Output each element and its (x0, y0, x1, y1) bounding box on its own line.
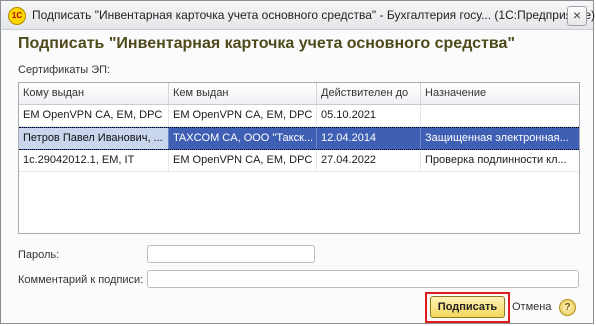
cell-issued-by: EM OpenVPN CA, EM, DPC (169, 150, 317, 171)
dialog-window: 1C Подписать "Инвентарная карточка учета… (0, 0, 596, 324)
app-1c-icon: 1C (8, 7, 26, 25)
certificates-table[interactable]: Кому выдан Кем выдан Действителен до Наз… (18, 82, 580, 234)
column-header-valid-until[interactable]: Действителен до (317, 83, 421, 104)
cell-valid-until: 05.10.2021 (317, 105, 421, 126)
table-row[interactable]: 1с.29042012.1, EM, IT EM OpenVPN CA, EM,… (19, 150, 579, 172)
table-row-selected[interactable]: Петров Павел Иванович, ... TAXCOM CA, ОО… (19, 127, 579, 150)
help-icon[interactable]: ? (559, 299, 576, 316)
cell-purpose: Проверка подлинности кл... (425, 154, 567, 166)
column-header-issued-by[interactable]: Кем выдан (169, 83, 317, 104)
cell-issued-to: EM OpenVPN CA, EM, DPC (19, 105, 169, 126)
comment-field[interactable] (147, 270, 579, 288)
sign-button[interactable]: Подписать (430, 296, 505, 318)
form-heading: Подписать "Инвентарная карточка учета ос… (18, 35, 515, 52)
close-button[interactable]: × (567, 6, 587, 26)
password-field[interactable] (147, 245, 315, 263)
comment-label: Комментарий к подписи: (18, 274, 144, 286)
column-header-issued-to[interactable]: Кому выдан (19, 83, 169, 104)
cell-issued-by: EM OpenVPN CA, EM, DPC (169, 105, 317, 126)
cell-purpose: Защищенная электронная... (425, 132, 569, 144)
cell-issued-to: Петров Павел Иванович, ... (19, 128, 169, 149)
column-header-purpose[interactable]: Назначение (421, 83, 579, 104)
certificates-label: Сертификаты ЭП: (18, 64, 111, 76)
cancel-button[interactable]: Отмена (512, 301, 551, 313)
window-title: Подписать "Инвентарная карточка учета ос… (32, 8, 596, 22)
cell-valid-until: 27.04.2022 (317, 150, 421, 171)
title-bar[interactable]: 1C Подписать "Инвентарная карточка учета… (1, 1, 596, 30)
cell-purpose (421, 105, 579, 126)
cell-issued-by: TAXCOM CA, ООО "Такск... (169, 128, 317, 149)
cell-valid-until: 12.04.2014 (317, 128, 421, 149)
table-header: Кому выдан Кем выдан Действителен до Наз… (19, 83, 579, 105)
cell-issued-to: 1с.29042012.1, EM, IT (19, 150, 169, 171)
password-label: Пароль: (18, 249, 60, 261)
table-row[interactable]: EM OpenVPN CA, EM, DPC EM OpenVPN CA, EM… (19, 105, 579, 127)
